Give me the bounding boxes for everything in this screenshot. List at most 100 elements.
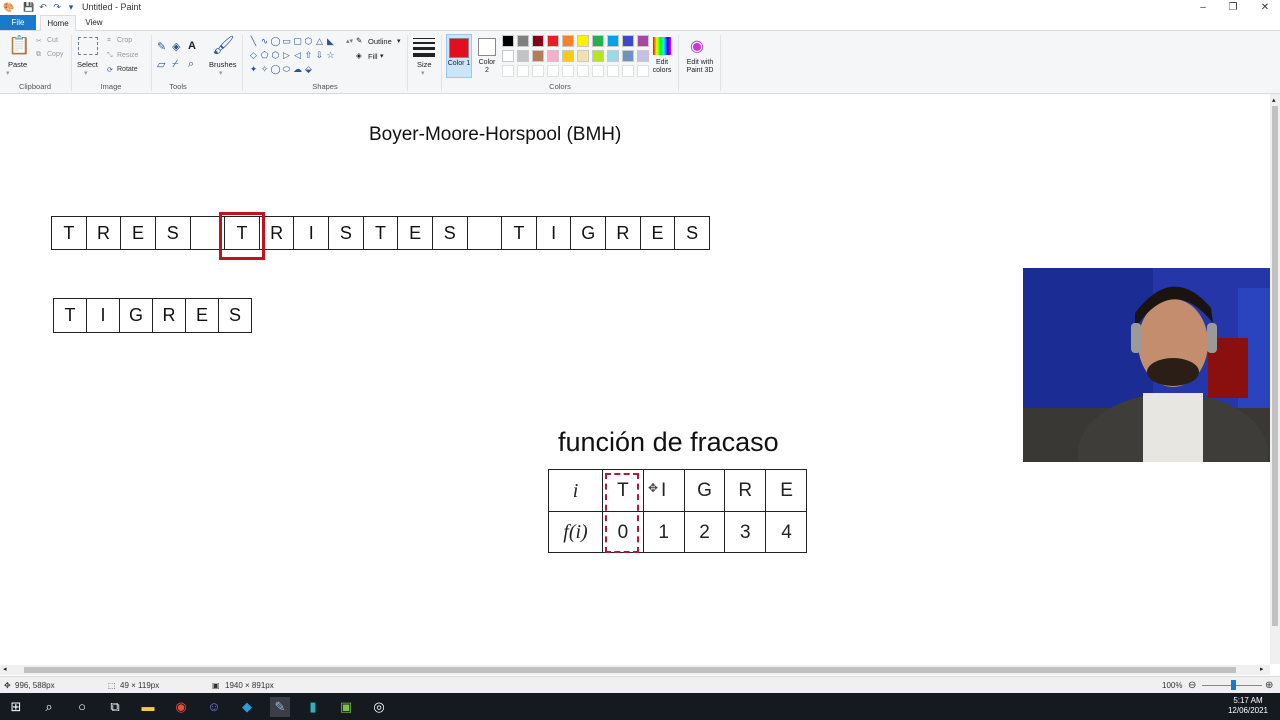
horizontal-scroll-thumb[interactable]: [24, 667, 1236, 673]
android-studio-icon[interactable]: ▣: [336, 697, 356, 717]
scroll-left-icon[interactable]: ◂: [3, 665, 7, 673]
fill-dropdown-icon[interactable]: ▾: [380, 52, 384, 60]
zoom-out-icon[interactable]: ⊖: [1188, 680, 1196, 691]
vscode-icon[interactable]: ◆: [237, 697, 257, 717]
zoom-slider-thumb[interactable]: [1231, 680, 1236, 690]
palette-swatch[interactable]: [502, 50, 514, 62]
shape-option-icon[interactable]: ⬙: [303, 64, 314, 75]
outline-button[interactable]: Outline: [368, 37, 392, 46]
shape-option-icon[interactable]: ✦: [248, 64, 259, 75]
select-button[interactable]: Select: [77, 60, 98, 69]
palette-swatch[interactable]: [502, 35, 514, 47]
resize-button[interactable]: Resize: [117, 52, 138, 59]
shape-option-icon[interactable]: ◇: [248, 50, 259, 61]
shape-option-icon[interactable]: ☁: [292, 64, 303, 75]
palette-swatch[interactable]: [532, 50, 544, 62]
customize-quick-access-icon[interactable]: ▾: [66, 2, 76, 12]
paste-button[interactable]: Paste: [8, 60, 27, 69]
brushes-icon[interactable]: 🖌: [212, 35, 235, 57]
paint3d-icon[interactable]: ◉: [690, 36, 704, 56]
brushes-button[interactable]: Brushes: [209, 60, 237, 69]
fill-bucket-icon[interactable]: ◈: [172, 40, 180, 53]
shape-option-icon[interactable]: ▭: [281, 36, 292, 47]
discord-icon[interactable]: ☺: [204, 697, 224, 717]
fill-button[interactable]: Fill: [368, 52, 378, 61]
palette-swatch[interactable]: [562, 50, 574, 62]
minimize-icon[interactable]: –: [1188, 0, 1218, 15]
palette-empty-swatch[interactable]: [532, 65, 544, 77]
palette-swatch[interactable]: [637, 35, 649, 47]
horizontal-scrollbar[interactable]: ◂ ▸: [0, 665, 1270, 675]
select-icon[interactable]: [78, 37, 98, 55]
paste-icon[interactable]: 📋: [8, 35, 30, 57]
palette-empty-swatch[interactable]: [517, 65, 529, 77]
palette-swatch[interactable]: [622, 50, 634, 62]
palette-empty-swatch[interactable]: [607, 65, 619, 77]
clock[interactable]: 5:17 AM 12/06/2021: [1220, 696, 1276, 716]
shape-option-icon[interactable]: ∿: [259, 36, 270, 47]
shape-option-icon[interactable]: ◯: [270, 64, 281, 75]
palette-swatch[interactable]: [592, 50, 604, 62]
rotate-button[interactable]: Rotate: [117, 66, 138, 73]
select-dropdown-icon[interactable]: ▾: [84, 69, 88, 77]
palette-empty-swatch[interactable]: [637, 65, 649, 77]
shape-option-icon[interactable]: ◣: [325, 36, 336, 47]
palette-empty-swatch[interactable]: [622, 65, 634, 77]
palette-swatch[interactable]: [577, 35, 589, 47]
terminal-icon[interactable]: ▮: [303, 697, 323, 717]
vertical-scroll-thumb[interactable]: [1272, 106, 1278, 626]
file-explorer-icon[interactable]: ▬: [138, 697, 158, 717]
shape-option-icon[interactable]: ⬡: [270, 50, 281, 61]
scroll-up-icon[interactable]: ▴: [1272, 96, 1276, 104]
shape-option-icon[interactable]: ▷: [281, 50, 292, 61]
palette-swatch[interactable]: [547, 50, 559, 62]
text-tool-icon[interactable]: A: [188, 40, 196, 52]
size-dropdown-icon[interactable]: ▾: [421, 69, 425, 77]
shapes-scroll-icon[interactable]: ▴▾: [346, 37, 353, 45]
size-icon[interactable]: [413, 38, 435, 57]
shape-option-icon[interactable]: ◯: [270, 36, 281, 47]
paste-dropdown-icon[interactable]: ▾: [6, 69, 10, 77]
brushes-dropdown-icon[interactable]: ▾: [219, 69, 223, 77]
tab-home[interactable]: Home: [40, 15, 76, 31]
palette-empty-swatch[interactable]: [547, 65, 559, 77]
palette-swatch[interactable]: [547, 35, 559, 47]
palette-swatch[interactable]: [577, 50, 589, 62]
color-picker-icon[interactable]: ⌿: [172, 58, 179, 71]
palette-swatch[interactable]: [517, 50, 529, 62]
shapes-gallery[interactable]: ╲ ∿ ◯ ▭ ▢ ⬡ △ ◣ ◇ ⬠ ⬡ ▷ ◁ ⇧ ⇩ ☆ ✦ ✧ ◯ ⬭ ☁ ⬙: [248, 36, 340, 78]
palette-swatch[interactable]: [607, 50, 619, 62]
palette-swatch[interactable]: [592, 35, 604, 47]
shape-option-icon[interactable]: ╲: [248, 36, 259, 47]
color1-button[interactable]: Color 1: [446, 34, 472, 78]
palette-empty-swatch[interactable]: [577, 65, 589, 77]
palette-swatch[interactable]: [622, 35, 634, 47]
zoom-in-icon[interactable]: ⊕: [1265, 680, 1273, 691]
size-button[interactable]: Size: [417, 60, 432, 69]
magnifier-icon[interactable]: ⌕: [188, 58, 194, 71]
windows-start-icon[interactable]: ⊞: [6, 697, 26, 717]
shape-option-icon[interactable]: ✧: [259, 64, 270, 75]
save-icon[interactable]: 💾: [23, 2, 34, 12]
shape-option-icon[interactable]: ◁: [292, 50, 303, 61]
scroll-right-icon[interactable]: ▸: [1260, 665, 1264, 673]
crop-button[interactable]: Crop: [117, 37, 132, 44]
undo-icon[interactable]: ↶: [38, 2, 48, 12]
tab-file[interactable]: File: [0, 15, 36, 30]
shape-option-icon[interactable]: ⇩: [314, 50, 325, 61]
shape-option-icon[interactable]: △: [314, 36, 325, 47]
obs-icon[interactable]: ◎: [369, 697, 389, 717]
color2-button[interactable]: Color 2: [476, 34, 498, 78]
pencil-icon[interactable]: ✎: [157, 40, 166, 53]
cortana-icon[interactable]: ○: [72, 697, 92, 717]
paint-icon[interactable]: ✎: [270, 697, 290, 717]
palette-empty-swatch[interactable]: [562, 65, 574, 77]
restore-icon[interactable]: ❐: [1218, 0, 1248, 15]
task-view-icon[interactable]: ⧉: [105, 697, 125, 717]
shape-option-icon[interactable]: ▢: [292, 36, 303, 47]
edit-colors-icon[interactable]: [653, 37, 671, 55]
palette-swatch[interactable]: [517, 35, 529, 47]
copy-button[interactable]: Copy: [47, 51, 63, 58]
palette-swatch[interactable]: [637, 50, 649, 62]
tab-view[interactable]: View: [80, 15, 108, 30]
